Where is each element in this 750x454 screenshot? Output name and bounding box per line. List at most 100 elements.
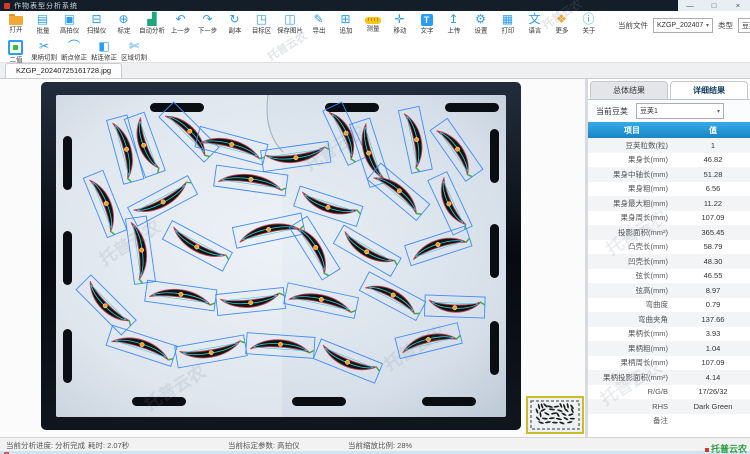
table-cell-item: 果柄长(mm) (588, 328, 676, 339)
table-row: 弯曲夹角137.66 (588, 312, 750, 327)
toolbar-button-upload[interactable]: ↥上传 (440, 12, 467, 36)
toolbar-button-breakpoint-fix[interactable]: ⌒断点修正 (59, 39, 89, 65)
table-cell-item: 豆荚粒数(粒) (588, 140, 676, 151)
tray-image[interactable] (40, 81, 522, 431)
more-icon: ❖ (556, 12, 567, 26)
toolbar-button-auto-analyze[interactable]: ▟自动分析 (137, 12, 167, 36)
table-cell-value: 107.09 (676, 358, 750, 367)
toolbar-button-calibrate[interactable]: ⊕标定 (110, 12, 137, 36)
main-toolbar: 打开▤批量▣高拍仪⊟扫描仪⊕标定▟自动分析↶上一步↷下一步↻副本◳目标区◫保存图… (0, 11, 750, 39)
maximize-button[interactable]: □ (702, 0, 726, 11)
toolbar-button-label: 上一步 (171, 26, 190, 35)
open-folder-icon (9, 16, 23, 25)
current-file-value: KZGP_202407 (657, 22, 703, 29)
toolbar-button-label: 目标区 (252, 26, 271, 35)
toolbar-button-append[interactable]: ⊞追加 (332, 12, 359, 36)
toolbar-button-about-info[interactable]: ⓘ关于 (575, 12, 602, 36)
toolbar-button-region-cut[interactable]: ✄区域切割 (119, 39, 149, 65)
close-button[interactable]: × (726, 0, 750, 11)
toolbar-button-print[interactable]: ▦打印 (494, 12, 521, 36)
binary-threshold-icon (8, 40, 23, 55)
table-cell-item: 弦高(mm) (588, 285, 676, 296)
status-calibration: 当前标定参数: 高拍仪 (228, 440, 300, 451)
toolbar-button-undo[interactable]: ↶上一步 (167, 12, 194, 36)
toolbar-button-adhesion-fix[interactable]: ◧粘连修正 (89, 39, 119, 65)
table-cell-item: 果身粗(mm) (588, 183, 676, 194)
upload-icon: ↥ (448, 12, 458, 26)
chevron-down-icon: ▾ (706, 22, 709, 29)
table-cell-value: 4.14 (676, 373, 750, 382)
table-cell-value: 365.45 (676, 228, 750, 237)
pod-centroid-dot (278, 342, 283, 347)
toolbar-button-duplicate[interactable]: ↻副本 (221, 12, 248, 36)
results-panel: 总体结果详细结果 当前豆荚 豆荚1 ▾ 项目 值 豆荚粒数(粒)1果身长(mm)… (588, 79, 750, 437)
toolbar-button-save-image[interactable]: ◫保存图片 (275, 12, 305, 36)
navigator-minimap[interactable] (526, 396, 584, 434)
toolbar-button-language[interactable]: 文语言 (521, 12, 548, 36)
toolbar-button-label: 批量 (36, 26, 49, 35)
minimize-button[interactable]: — (678, 0, 702, 11)
toolbar-button-label: 标定 (117, 26, 130, 35)
app-window: 作物表型分析系统 — □ × 打开▤批量▣高拍仪⊟扫描仪⊕标定▟自动分析↶上一步… (0, 0, 750, 454)
toolbar-button-label: 断点修正 (61, 53, 87, 62)
export-icon: ✎ (313, 12, 323, 26)
table-cell-value: 0.79 (676, 300, 750, 309)
toolbar-button-measure-ruler[interactable]: 测量 (359, 12, 386, 36)
toolbar-button-label: 扫描仪 (87, 26, 106, 35)
table-row: 弦高(mm)8.97 (588, 283, 750, 298)
image-canvas[interactable]: 托普云农 托普云农 托普云农 托普云农 (0, 79, 585, 437)
brand-mark-icon (705, 448, 709, 452)
toolbar-button-move[interactable]: ✛移动 (386, 12, 413, 36)
table-cell-item: 果柄周长(mm) (588, 357, 676, 368)
toolbar-button-label: 移动 (393, 26, 406, 35)
chevron-down-icon: ▾ (717, 108, 720, 115)
toolbar-button-settings-gear[interactable]: ⚙设置 (467, 12, 494, 36)
toolbar-button-label: 打印 (501, 26, 514, 35)
toolbar-button-label: 保存图片 (277, 26, 303, 35)
type-select[interactable]: 豆荚 ▾ (738, 18, 750, 33)
results-tab-overall[interactable]: 总体结果 (590, 81, 668, 99)
table-row: 果柄长(mm)3.93 (588, 327, 750, 342)
table-cell-item: 弯曲夹角 (588, 314, 676, 325)
toolbar-button-target-region[interactable]: ◳目标区 (248, 12, 275, 36)
toolbar-button-text[interactable]: T文字 (413, 12, 440, 36)
toolbar-button-label: 设置 (474, 26, 487, 35)
save-image-icon: ◫ (284, 12, 295, 26)
document-tab[interactable]: KZGP_20240725161728.jpg (5, 63, 122, 78)
language-icon: 文 (528, 12, 540, 26)
pod-centroid-dot (248, 300, 253, 305)
table-cell-item: 果身周长(mm) (588, 212, 676, 223)
table-cell-value: 107.09 (676, 213, 750, 222)
table-cell-value: 8.97 (676, 286, 750, 295)
toolbar-button-doc-camera[interactable]: ▣高拍仪 (56, 12, 83, 36)
current-file-select[interactable]: KZGP_202407 ▾ (653, 18, 713, 33)
toolbar-button-label: 下一步 (198, 26, 217, 35)
toolbar-button-redo[interactable]: ↷下一步 (194, 12, 221, 36)
table-cell-value: 51.28 (676, 170, 750, 179)
current-pod-select[interactable]: 豆荚1 ▾ (636, 103, 724, 119)
toolbar-button-export[interactable]: ✎导出 (305, 12, 332, 36)
print-icon: ▦ (502, 12, 513, 26)
table-cell-item: 果柄投影面积(mm²) (588, 372, 676, 383)
toolbar-button-stem-cut-scissors[interactable]: ✂果柄切割 (29, 39, 59, 65)
brand-logo: 托普云农 (705, 445, 747, 454)
toolbar-button-label: 高拍仪 (60, 26, 79, 35)
results-tab-detail[interactable]: 详细结果 (670, 81, 748, 99)
toolbar-button-open-folder[interactable]: 打开 (2, 12, 29, 36)
toolbar-button-batch[interactable]: ▤批量 (29, 12, 56, 36)
toolbar-button-scanner[interactable]: ⊟扫描仪 (83, 12, 110, 36)
table-cell-item: RHS (588, 402, 676, 411)
results-tabs: 总体结果详细结果 (588, 81, 750, 100)
status-elapsed: 耗时: 2.07秒 (88, 440, 129, 451)
table-cell-item: R/G/B (588, 387, 676, 396)
table-cell-item: 凹壳长(mm) (588, 256, 676, 267)
table-row: R/G/B17/26/32 (588, 385, 750, 400)
current-pod-value: 豆荚1 (640, 106, 658, 116)
toolbar-button-label: 打开 (9, 25, 22, 34)
toolbar-button-binary-threshold[interactable]: 二值 (2, 39, 29, 65)
table-header-item: 项目 (588, 125, 676, 136)
table-cell-item: 弦长(mm) (588, 270, 676, 281)
toolbar-button-more[interactable]: ❖更多 (548, 12, 575, 36)
table-row: 备注 (588, 414, 750, 429)
table-cell-value: 17/26/32 (676, 387, 750, 396)
